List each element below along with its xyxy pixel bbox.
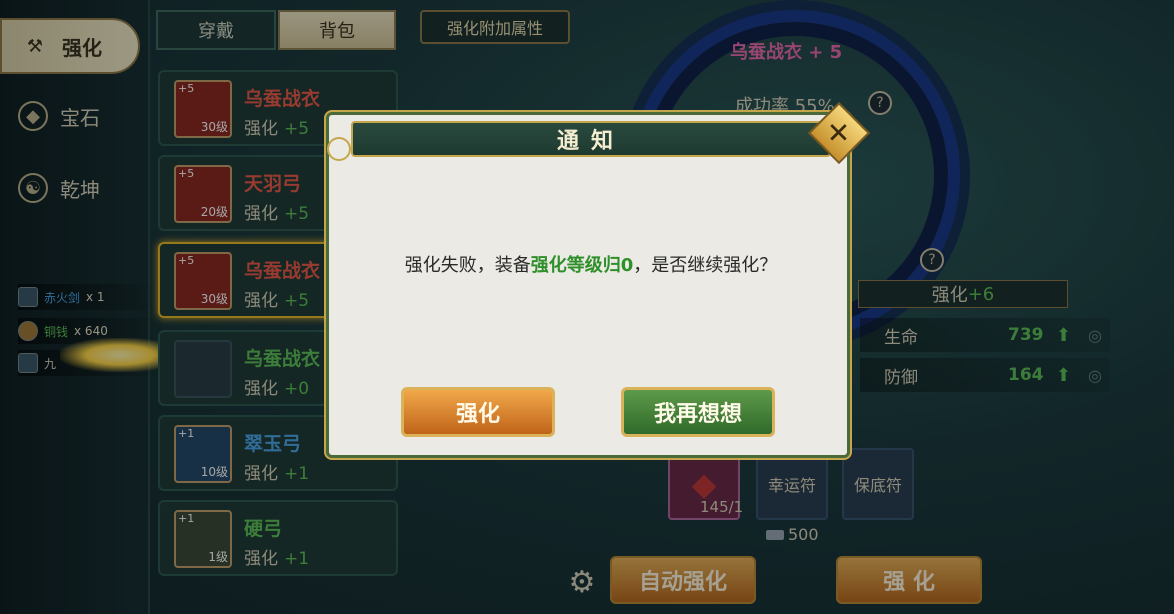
corner-deco-icon [327, 137, 351, 161]
dialog-title: 通知 [351, 121, 831, 157]
close-icon: ✕ [827, 116, 851, 150]
message-prefix: 强化失败，装备 [404, 255, 531, 276]
reconsider-button[interactable]: 我再想想 [621, 387, 775, 437]
confirm-enhance-button[interactable]: 强化 [401, 387, 555, 437]
message-suffix: ，是否继续强化？ [633, 255, 778, 276]
message-highlight: 强化等级归0 [530, 255, 634, 276]
notice-dialog: 通知 ✕ 强化失败，装备强化等级归0，是否继续强化？ 强化 我再想想 [326, 101, 871, 458]
dialog-message: 强化失败，装备强化等级归0，是否继续强化？ [329, 251, 853, 277]
